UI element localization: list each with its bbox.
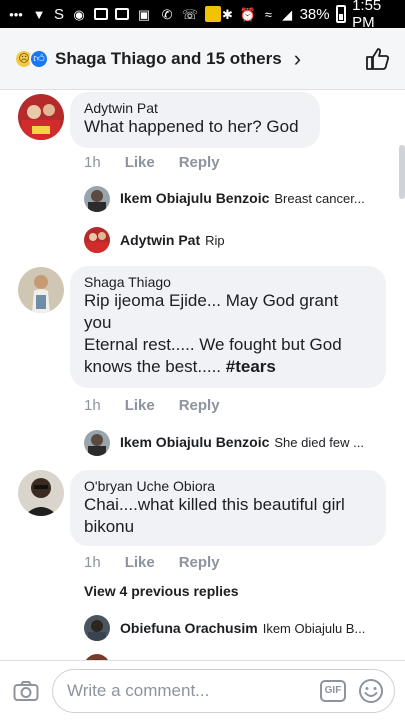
reply-row[interactable]: Ikem Obiajulu Benzoic Breast cancer... (120, 190, 382, 206)
reply-author[interactable]: Ikem Obiajulu Benzoic (120, 190, 269, 206)
avatar[interactable] (18, 470, 64, 516)
comment-input-box[interactable]: GIF (52, 668, 395, 713)
comment-bubble[interactable]: Adytwin Pat What happened to her? God (70, 92, 320, 148)
reply-author[interactable]: Ikem Obiajulu Benzoic (120, 434, 269, 450)
comments-feed[interactable]: Adytwin Pat What happened to her? God 1h… (0, 90, 405, 660)
reply-text: Rip (205, 232, 225, 248)
comment-text-segment: knows the best..... (84, 357, 226, 376)
news-icon (94, 8, 109, 20)
signal-icon: ◢ (282, 6, 293, 22)
comment-composer: GIF (0, 660, 405, 720)
camera-notification-icon: ◉ (73, 6, 85, 22)
comment-text-line: Chai....what killed this beautiful girl (84, 495, 345, 514)
wifi-icon: ≈ (264, 6, 272, 22)
like-link[interactable]: Like (125, 154, 155, 171)
messages-icon: ••• (9, 6, 23, 22)
battery-icon (335, 5, 347, 23)
alarm-icon: ⏰ (239, 6, 256, 22)
comment-meta: 1h Like Reply (84, 554, 220, 571)
comment-time: 1h (84, 554, 101, 571)
avatar[interactable] (84, 430, 110, 456)
sticker-icon[interactable] (358, 678, 384, 704)
comment-bubble[interactable]: Shaga Thiago Rip ijeoma Ejide... May God… (70, 266, 386, 388)
avatar[interactable] (84, 227, 110, 253)
like-link[interactable]: Like (125, 554, 155, 571)
wifi-notification-icon: ▼ (32, 6, 46, 22)
whatsapp-icon: ✆ (161, 6, 173, 22)
comment-meta: 1h Like Reply (84, 154, 220, 171)
comment-text-line: bikonu (84, 517, 135, 536)
avatar[interactable] (84, 615, 110, 641)
reply-row[interactable]: Ikem Obiajulu Benzoic She died few ... (120, 434, 382, 450)
scrollbar[interactable] (399, 145, 405, 199)
comment-time: 1h (84, 154, 101, 171)
like-link[interactable]: Like (125, 397, 155, 414)
like-button-icon[interactable] (363, 45, 391, 73)
reply-link[interactable]: Reply (179, 154, 220, 171)
comment-text-line: knows the best..... #tears (84, 356, 372, 378)
image-icon: ▣ (137, 6, 151, 22)
reply-text: Breast cancer... (274, 190, 365, 206)
comment-meta: 1h Like Reply (84, 397, 220, 414)
gallery-icon (115, 8, 130, 20)
comment-input[interactable] (67, 680, 320, 701)
reply-link[interactable]: Reply (179, 397, 220, 414)
bluetooth-icon: ✱ (221, 6, 233, 22)
clock-time: 1:55 PM (352, 0, 382, 31)
battery-percent: 38% (299, 5, 330, 23)
commenter-name[interactable]: Shaga Thiago (84, 274, 372, 290)
reply-link[interactable]: Reply (179, 554, 220, 571)
gif-button[interactable]: GIF (320, 679, 346, 702)
reply-author[interactable]: Adytwin Pat (120, 232, 200, 248)
reply-text: Ikem Obiajulu B... (262, 620, 366, 636)
call-icon: ☏ (181, 6, 199, 22)
avatar[interactable] (18, 267, 64, 313)
status-bar: ••• ▼ S ◉ ▣ ✆ ☏ ✱ ⏰ ≈ ◢ 38% 1:55 PM (0, 0, 405, 31)
app-notification-icon (205, 6, 222, 22)
reaction-icons: ☹ 👍︎ (14, 48, 49, 69)
comment-text-line: you (84, 313, 112, 332)
comment-time: 1h (84, 397, 101, 414)
reactions-header[interactable]: ☹ 👍︎ Shaga Thiago and 15 others › (0, 28, 405, 90)
comment-text-line: Rip ijeoma Ejide... May God grant (84, 291, 339, 310)
reply-row[interactable]: Adytwin Pat Rip (120, 232, 382, 248)
comment-text: What happened to her? God (84, 117, 299, 136)
like-reaction-icon: 👍︎ (29, 48, 49, 69)
comment-bubble[interactable]: O'bryan Uche Obiora Chai....what killed … (70, 470, 386, 546)
reactors-title[interactable]: Shaga Thiago and 15 others (55, 49, 282, 69)
avatar[interactable] (18, 94, 64, 140)
reply-author[interactable]: Obiefuna Orachusim (120, 620, 258, 636)
carrier-letter: S (54, 5, 65, 23)
commenter-name[interactable]: O'bryan Uche Obiora (84, 478, 372, 494)
commenter-name[interactable]: Adytwin Pat (84, 100, 306, 116)
comment-text-line: Eternal rest..... We fought but God (84, 335, 342, 354)
avatar[interactable] (84, 186, 110, 212)
chevron-right-icon[interactable]: › (294, 46, 301, 72)
reply-text: She died few ... (274, 434, 364, 450)
camera-icon[interactable] (10, 675, 42, 707)
reply-row[interactable]: Obiefuna Orachusim Ikem Obiajulu B... (120, 620, 382, 636)
view-previous-replies-link[interactable]: View 4 previous replies (84, 583, 239, 599)
hashtag-link[interactable]: #tears (226, 357, 276, 376)
